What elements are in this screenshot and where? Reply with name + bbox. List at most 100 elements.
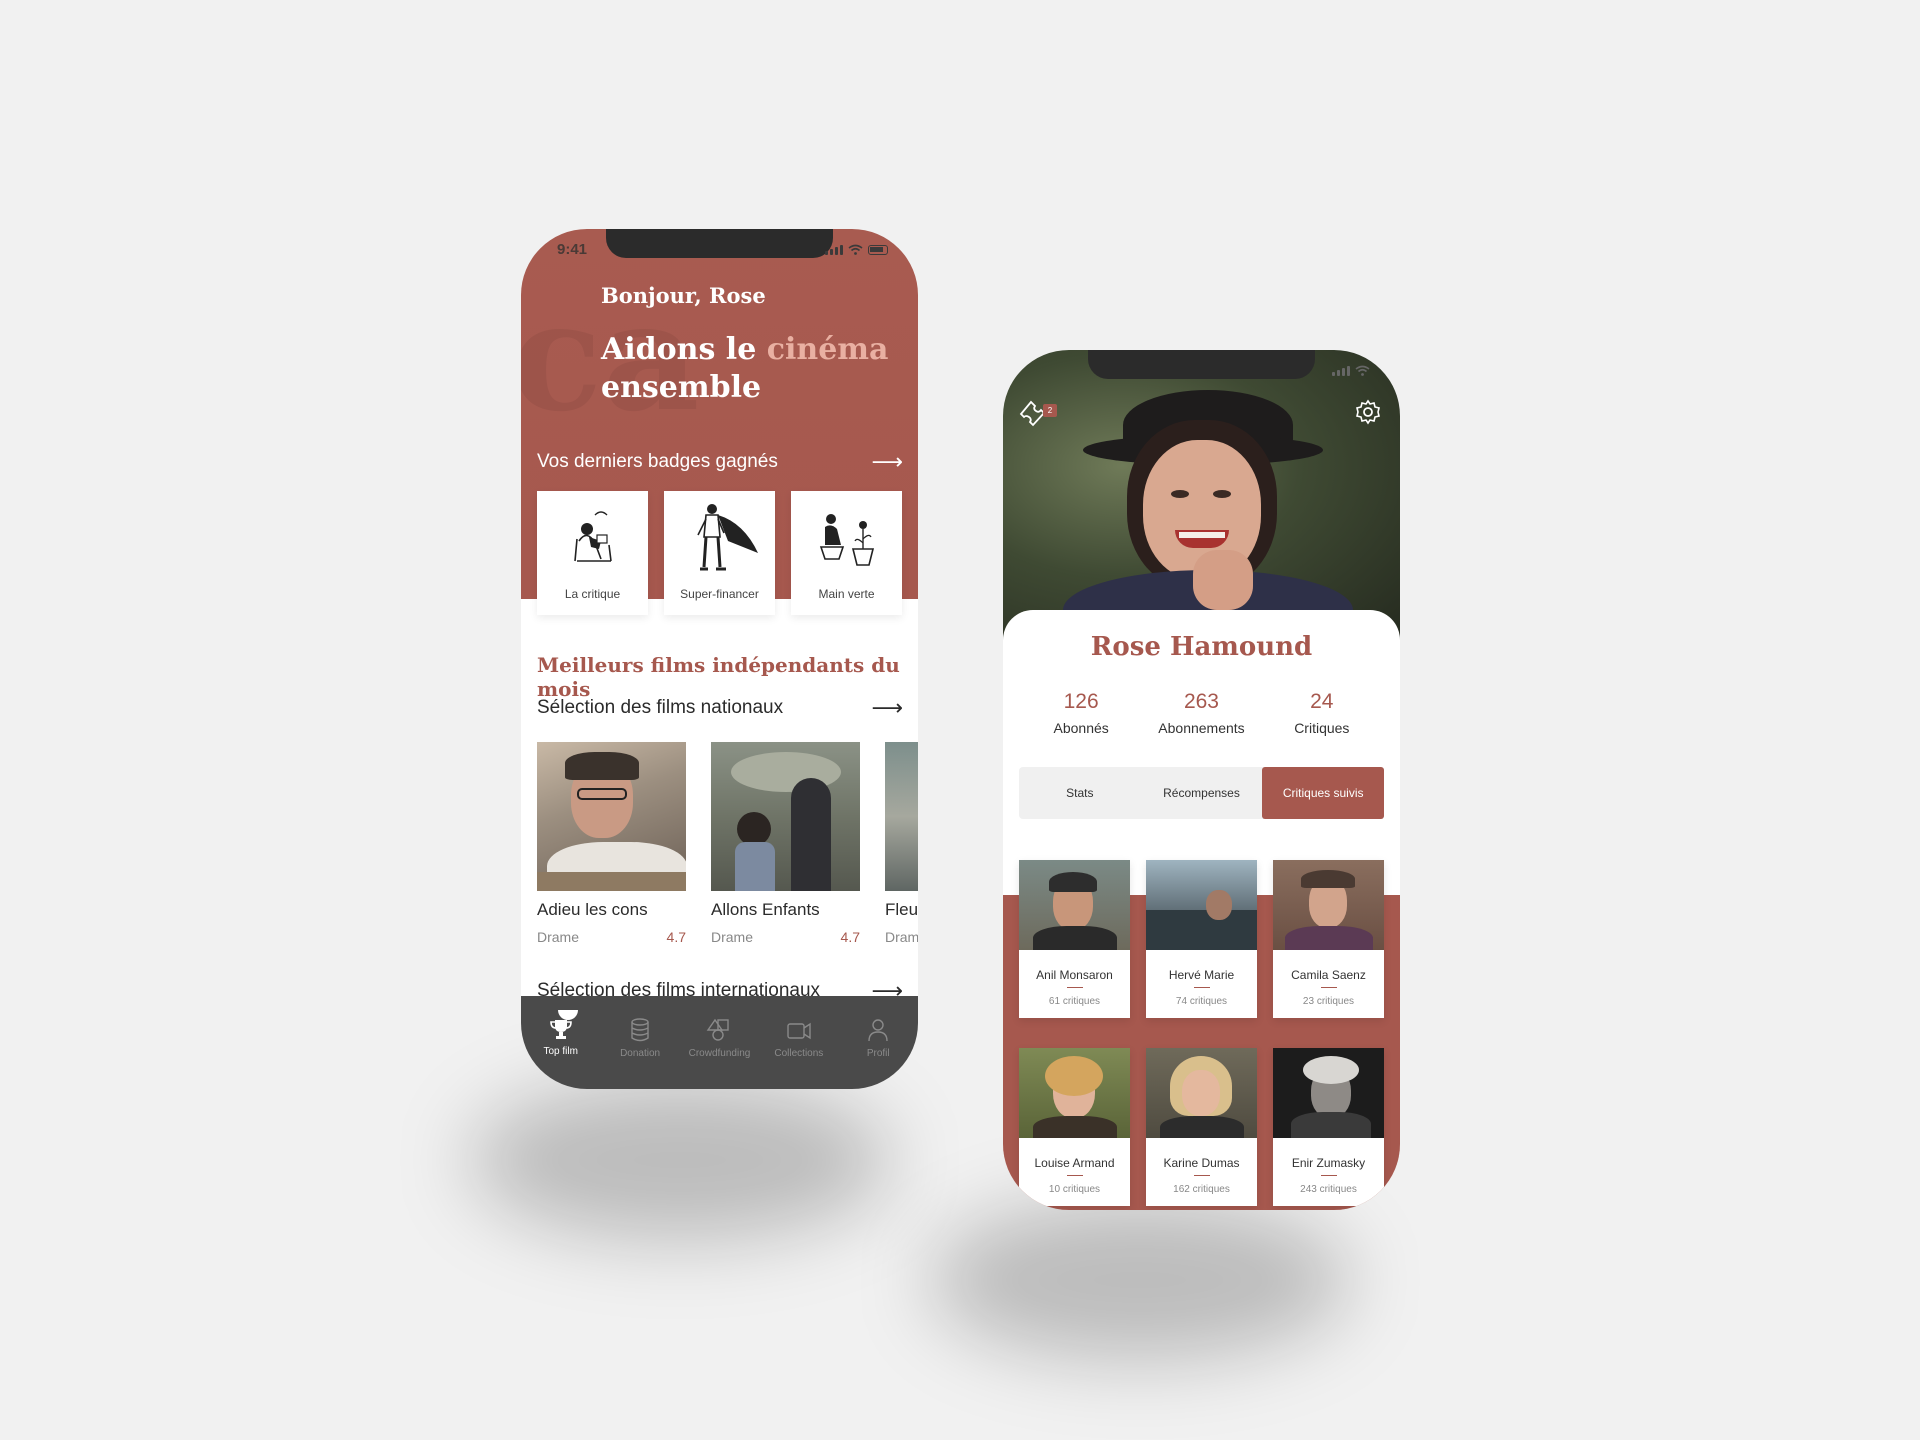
wifi-icon [1355, 365, 1370, 376]
stat-reviews[interactable]: 24 Critiques [1262, 690, 1382, 736]
tab-label: Top film [543, 1046, 578, 1057]
headline-part1: Aidons le [601, 332, 767, 367]
badge-card[interactable]: La critique [537, 491, 648, 615]
stat-value: 263 [1183, 690, 1219, 713]
stat-value: 126 [1063, 690, 1099, 713]
status-icons [825, 244, 888, 255]
phone-shadow-left [470, 1080, 890, 1240]
badge-card[interactable]: Super-financer [664, 491, 775, 615]
critic-photo [1146, 860, 1257, 950]
film-rating: 4.7 [840, 929, 860, 945]
video-camera-icon [787, 1022, 811, 1040]
critic-divider [1320, 987, 1337, 988]
film-card[interactable]: Allons Enfants Drame 4.7 [711, 742, 860, 945]
coins-icon [631, 1018, 649, 1042]
profile-name: Rose Hamound [1090, 632, 1313, 662]
national-title: Sélection des films nationaux [537, 697, 784, 718]
critic-card[interactable]: Enir Zumasky 243 critiques [1273, 1048, 1384, 1206]
film-card[interactable]: Fleu Dram [885, 742, 918, 945]
critic-name: Karine Dumas [1163, 1156, 1240, 1170]
caped-hero-icon [697, 504, 758, 571]
badge-label: Super-financer [680, 587, 759, 601]
critic-name: Louise Armand [1034, 1156, 1115, 1170]
tab-label: Collections [774, 1048, 824, 1059]
headline-part2: ensemble [601, 370, 762, 405]
status-time: 9:41 [557, 241, 588, 258]
film-meta: Drame 4.7 [711, 929, 860, 945]
critic-count: 23 critiques [1302, 996, 1355, 1007]
signal-icon [1332, 366, 1350, 376]
critic-card[interactable]: Anil Monsaron 61 critiques [1019, 860, 1130, 1018]
phone-notch [606, 229, 833, 258]
stat-label: Abonnements [1158, 720, 1245, 736]
national-section-header[interactable]: Sélection des films nationaux ⟶ [537, 697, 903, 719]
critic-photo [1273, 860, 1384, 950]
critic-card[interactable]: Louise Armand 10 critiques [1019, 1048, 1130, 1206]
gardener-icon [819, 514, 875, 566]
film-meta: Drame 4.7 [537, 929, 686, 945]
critic-count: 10 critiques [1048, 1184, 1101, 1195]
tab-profil[interactable]: Profil [843, 1018, 913, 1059]
tab-crowdfunding[interactable]: Crowdfunding [684, 1018, 754, 1059]
battery-icon [868, 245, 888, 255]
arrow-right-icon[interactable]: ⟶ [871, 451, 903, 473]
film-poster [711, 742, 860, 891]
segment-rewards[interactable]: Récompenses [1141, 767, 1263, 819]
segment-followed-critics[interactable]: Critiques suivis [1262, 767, 1385, 819]
settings-button[interactable] [1354, 398, 1382, 431]
critic-count: 243 critiques [1300, 1184, 1357, 1195]
film-rating: 4.7 [666, 929, 686, 945]
segment-stats[interactable]: Stats [1019, 767, 1141, 819]
stat-label: Abonnés [1053, 720, 1109, 736]
critic-card[interactable]: Camila Saenz 23 critiques [1273, 860, 1384, 1018]
tab-label: Donation [620, 1048, 661, 1059]
film-genre: Dram [885, 929, 918, 945]
film-genre: Drame [537, 929, 580, 945]
critic-count: 162 critiques [1173, 1184, 1230, 1195]
critic-card[interactable]: Karine Dumas 162 critiques [1146, 1048, 1257, 1206]
stat-value: 24 [1310, 690, 1334, 713]
critic-name: Camila Saenz [1291, 968, 1366, 982]
badges-section-header[interactable]: Vos derniers badges gagnés ⟶ [537, 451, 903, 473]
gear-icon [1356, 399, 1380, 425]
critic-divider [1066, 987, 1083, 988]
stat-followers[interactable]: 126 Abonnés [1021, 690, 1141, 736]
shapes-icon [707, 1018, 730, 1041]
critic-photo [1146, 1048, 1257, 1138]
trophy-icon [549, 1020, 572, 1039]
badges-title: Vos derniers badges gagnés [537, 451, 778, 472]
tab-label: Crowdfunding [688, 1048, 751, 1059]
film-meta: Dram [885, 929, 918, 945]
stat-following[interactable]: 263 Abonnements [1141, 690, 1261, 736]
film-poster [885, 742, 918, 891]
profile-hero-photo [1003, 350, 1400, 640]
badge-label: Main verte [818, 587, 875, 601]
status-icons [1332, 365, 1370, 376]
critic-name: Enir Zumasky [1291, 1156, 1366, 1170]
best-films-title: Meilleurs films indépendants du mois [537, 653, 900, 701]
tab-collections[interactable]: Collections [764, 1018, 834, 1059]
badge-card[interactable]: Main verte [791, 491, 902, 615]
critic-name: Hervé Marie [1168, 968, 1235, 982]
critic-divider [1193, 1175, 1210, 1176]
phone-notch [1088, 350, 1315, 379]
badge-label: La critique [564, 587, 621, 601]
critic-card[interactable]: Hervé Marie 74 critiques [1146, 860, 1257, 1018]
tab-donation[interactable]: Donation [605, 1018, 675, 1059]
films-carousel: Adieu les cons Drame 4.7 Allons Enfants … [537, 742, 918, 945]
signal-icon [825, 245, 843, 255]
critic-divider [1193, 987, 1210, 988]
tab-label: Profil [866, 1048, 890, 1059]
notification-badge: 2 [1043, 404, 1057, 417]
critics-grid: Anil Monsaron 61 critiques Hervé Marie 7… [1019, 860, 1384, 1206]
film-title: Adieu les cons [537, 900, 648, 919]
critic-photo [1273, 1048, 1384, 1138]
film-title: Fleu [885, 900, 918, 919]
reading-person-icon [574, 511, 612, 562]
tab-top-film[interactable]: Top film [526, 1010, 596, 1057]
profile-stats: 126 Abonnés 263 Abonnements 24 Critiques [1003, 690, 1400, 736]
tickets-button[interactable]: 2 [1017, 398, 1057, 433]
critic-count: 74 critiques [1175, 996, 1228, 1007]
arrow-right-icon[interactable]: ⟶ [871, 697, 903, 719]
film-card[interactable]: Adieu les cons Drame 4.7 [537, 742, 686, 945]
